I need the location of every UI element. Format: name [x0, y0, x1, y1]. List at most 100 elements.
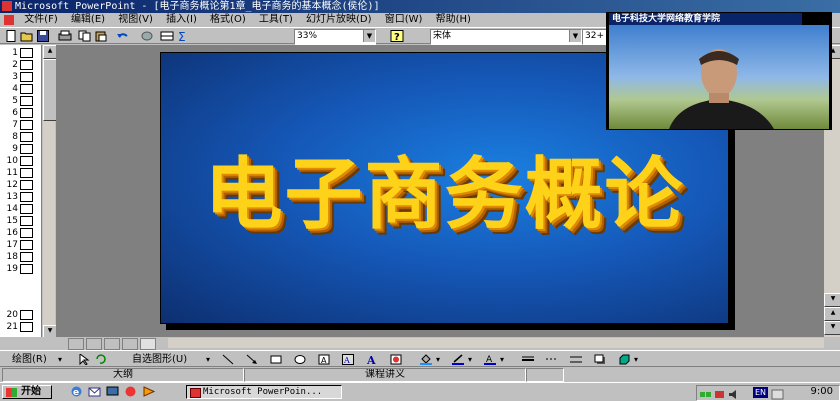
network-icon[interactable]	[699, 389, 712, 400]
outline-slide-item[interactable]: 16	[2, 227, 38, 239]
outline-slide-item[interactable]: 13	[2, 191, 38, 203]
text-box-icon[interactable]: A	[318, 354, 330, 365]
outline-slide-item[interactable]: 10	[2, 155, 38, 167]
show-desktop-icon[interactable]	[106, 386, 119, 397]
input-method-icon[interactable]	[771, 389, 784, 400]
clip-art-icon[interactable]	[390, 354, 402, 365]
copy-icon[interactable]	[78, 30, 92, 42]
line-style-icon[interactable]	[522, 354, 534, 365]
normal-view-icon[interactable]	[68, 338, 84, 350]
slide-icon	[20, 251, 33, 262]
chevron-down-icon[interactable]: ▾	[468, 353, 472, 366]
draw-menu-button[interactable]: 绘图(R)	[12, 353, 47, 366]
menu-edit[interactable]: 编辑(E)	[66, 13, 110, 27]
scroll-up-icon[interactable]: ▲	[43, 45, 57, 59]
tables-icon[interactable]	[160, 30, 174, 42]
outline-slide-item[interactable]: 4	[2, 83, 38, 95]
channels-icon[interactable]	[124, 386, 137, 397]
menu-insert[interactable]: 插入(I)	[161, 13, 202, 27]
open-folder-icon[interactable]	[20, 30, 34, 42]
media-player-icon[interactable]	[142, 386, 155, 397]
internet-explorer-icon[interactable]: e	[70, 386, 83, 397]
outline-scrollbar[interactable]: ▲ ▼	[43, 45, 57, 339]
outline-slide-item[interactable]: 15	[2, 215, 38, 227]
volume-icon[interactable]	[727, 389, 740, 400]
3d-icon[interactable]	[618, 354, 630, 365]
menu-view[interactable]: 视图(V)	[113, 13, 158, 27]
dash-style-icon[interactable]	[546, 354, 558, 365]
font-name-combo[interactable]: 宋体 ▼	[430, 29, 582, 45]
chevron-down-icon[interactable]: ▾	[58, 353, 62, 366]
autoshapes-menu-button[interactable]: 自选图形(U)	[132, 353, 187, 366]
font-color-icon[interactable]: A	[484, 354, 496, 365]
taskbar-item-powerpoint[interactable]: Microsoft PowerPoin...	[186, 385, 342, 399]
fill-color-icon[interactable]	[420, 354, 432, 365]
horizontal-scrollbar[interactable]	[168, 338, 824, 348]
ellipse-icon[interactable]	[294, 354, 306, 365]
start-button[interactable]: 开始	[2, 385, 52, 399]
outline-slide-item[interactable]: 6	[2, 107, 38, 119]
outline-slide-item[interactable]: 21	[2, 321, 38, 333]
outlook-express-icon[interactable]	[88, 386, 101, 397]
wordart-gallery-icon[interactable]: A	[366, 354, 378, 365]
chevron-down-icon[interactable]: ▾	[436, 353, 440, 366]
chevron-down-icon[interactable]: ▾	[206, 353, 210, 366]
slide-outline-pane[interactable]: 1 2 3 4 5 6 7 8 9 10 11 12 13 14 15 16 1…	[0, 45, 42, 337]
outline-slide-item[interactable]: 7	[2, 119, 38, 131]
outline-slide-item[interactable]: 19	[2, 263, 38, 275]
powerpoint-app-icon[interactable]	[2, 1, 12, 11]
menu-help[interactable]: 帮助(H)	[431, 13, 476, 27]
hyperlink-icon[interactable]	[140, 30, 154, 42]
scroll-down-icon[interactable]: ▼	[824, 293, 840, 307]
document-icon[interactable]	[4, 15, 14, 25]
chevron-down-icon[interactable]: ▾	[634, 353, 638, 366]
clock[interactable]: 9:00	[811, 386, 833, 398]
new-document-icon[interactable]	[4, 30, 18, 42]
outline-slide-item[interactable]: 12	[2, 179, 38, 191]
menu-slideshow[interactable]: 幻灯片放映(D)	[301, 13, 377, 27]
slide-view-icon[interactable]	[104, 338, 120, 350]
line-color-icon[interactable]	[452, 354, 464, 365]
arrow-icon[interactable]	[246, 354, 258, 365]
chevron-down-icon[interactable]: ▾	[500, 353, 504, 366]
outline-slide-item[interactable]: 14	[2, 203, 38, 215]
outline-slide-item[interactable]: 18	[2, 251, 38, 263]
outline-slide-item[interactable]: 8	[2, 131, 38, 143]
undo-icon[interactable]	[116, 30, 130, 42]
menu-format[interactable]: 格式(O)	[205, 13, 251, 27]
free-rotate-icon[interactable]	[94, 354, 106, 365]
outline-slide-item[interactable]: 5	[2, 95, 38, 107]
sum-icon[interactable]: Σ	[176, 30, 190, 42]
language-indicator[interactable]: EN	[753, 387, 768, 398]
scroll-thumb[interactable]	[43, 59, 57, 121]
outline-slide-item[interactable]: 2	[2, 59, 38, 71]
shadow-icon[interactable]	[594, 354, 606, 365]
arrow-style-icon[interactable]	[570, 354, 582, 365]
chevron-down-icon[interactable]: ▼	[363, 30, 375, 42]
outline-slide-item[interactable]: 20	[2, 309, 38, 321]
paste-icon[interactable]	[94, 30, 108, 42]
menu-tools[interactable]: 工具(T)	[254, 13, 298, 27]
line-icon[interactable]	[222, 354, 234, 365]
next-slide-icon[interactable]: ▼	[824, 321, 840, 335]
outline-slide-item[interactable]: 17	[2, 239, 38, 251]
tray-app-icon[interactable]	[713, 389, 726, 400]
zoom-combo[interactable]: 33% ▼	[294, 29, 376, 45]
previous-slide-icon[interactable]: ▲	[824, 307, 840, 321]
slide-sorter-view-icon[interactable]	[122, 338, 138, 350]
print-icon[interactable]	[58, 30, 72, 42]
outline-slide-item[interactable]: 9	[2, 143, 38, 155]
slideshow-view-icon[interactable]	[140, 338, 156, 350]
chevron-down-icon[interactable]: ▼	[569, 30, 581, 42]
help-icon[interactable]: ?	[390, 30, 404, 42]
outline-slide-item[interactable]: 11	[2, 167, 38, 179]
menu-file[interactable]: 文件(F)	[19, 13, 63, 27]
wordart-icon[interactable]: A	[342, 354, 354, 365]
outline-view-icon[interactable]	[86, 338, 102, 350]
save-icon[interactable]	[36, 30, 50, 42]
outline-slide-item[interactable]: 3	[2, 71, 38, 83]
select-arrow-icon[interactable]	[78, 354, 90, 365]
menu-window[interactable]: 窗口(W)	[380, 13, 428, 27]
rectangle-icon[interactable]	[270, 354, 282, 365]
outline-slide-item[interactable]: 1	[2, 47, 38, 59]
